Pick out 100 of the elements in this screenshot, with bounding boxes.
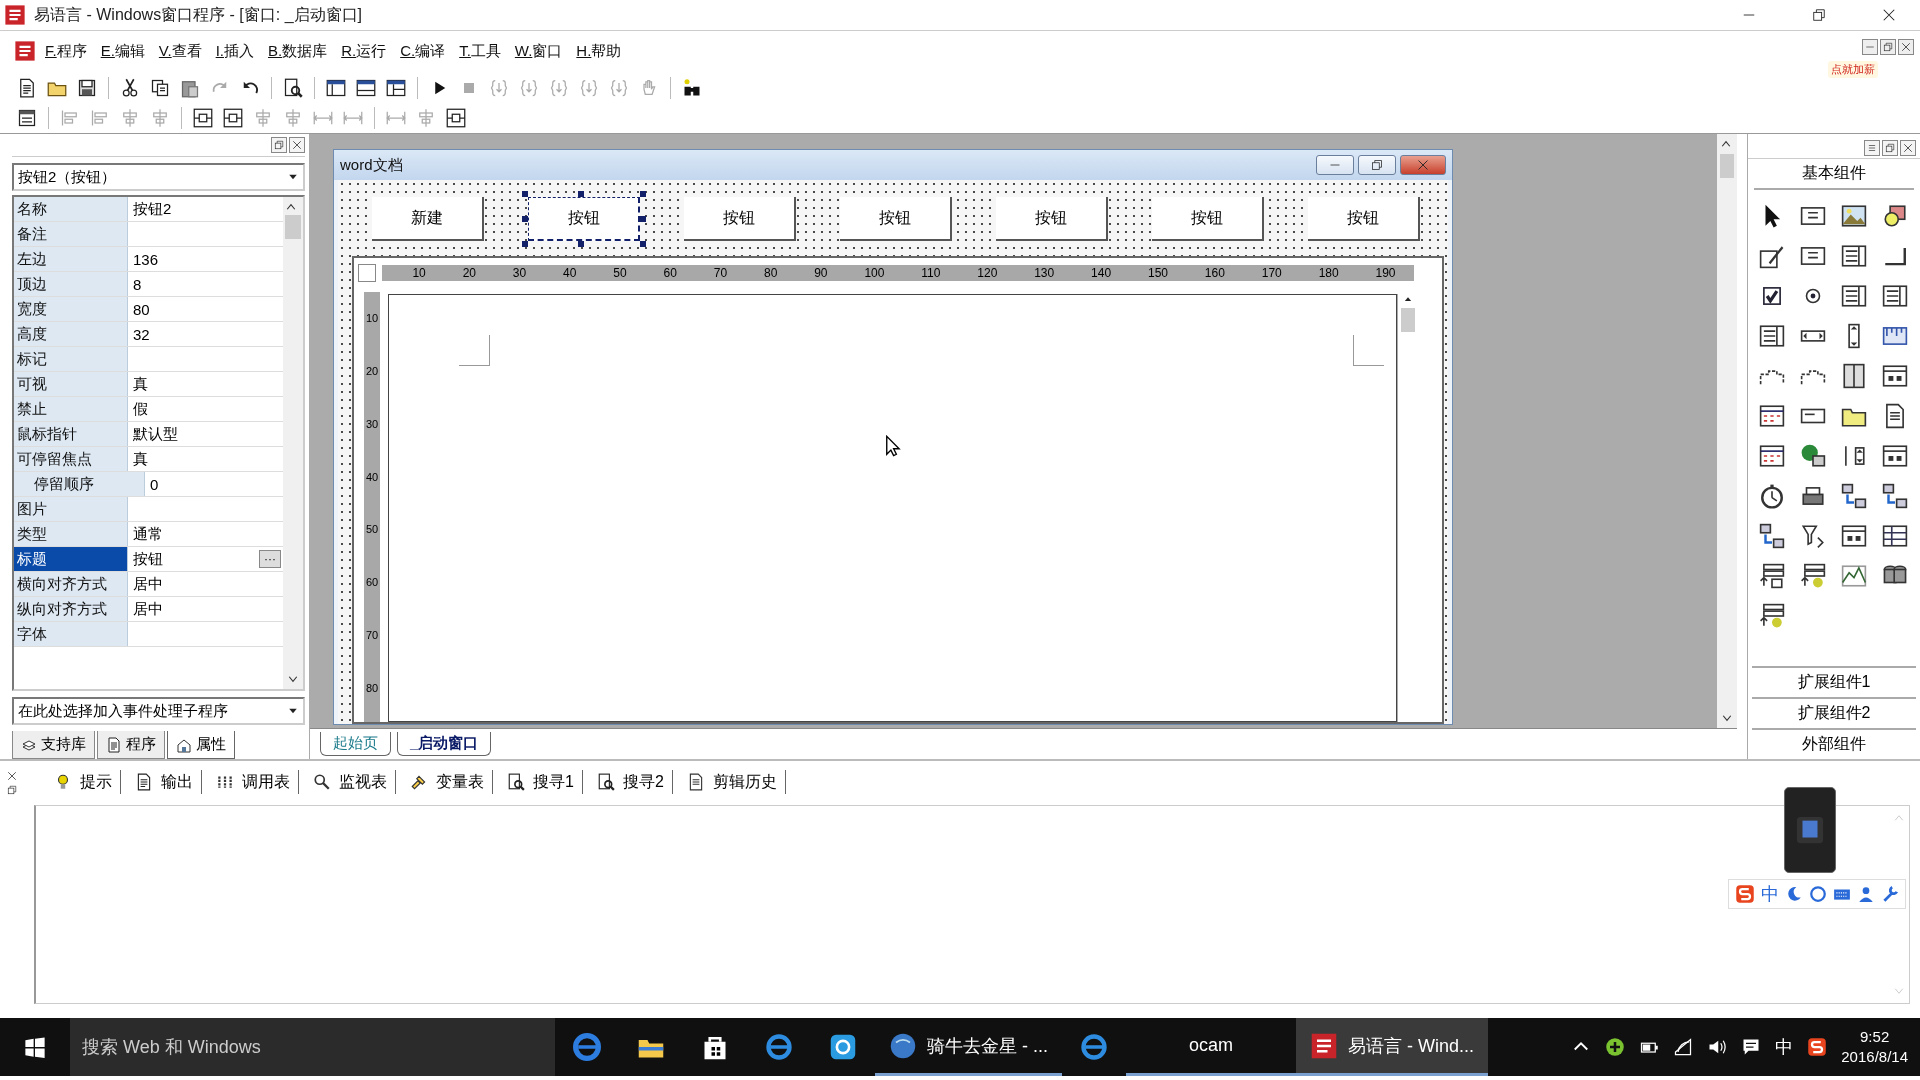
property-value: 32 (133, 325, 150, 343)
output-tab[interactable]: 变量表 (396, 770, 493, 794)
panel-tab[interactable]: 支持库 (12, 731, 95, 759)
ellipsis-button[interactable]: ··· (259, 550, 281, 568)
property-name[interactable]: 纵向对齐方式 (14, 597, 128, 621)
ruler-label: 110 (921, 266, 941, 280)
form-button[interactable]: 按钮 (1152, 197, 1264, 241)
property-name[interactable]: 标题 (14, 547, 128, 571)
property-name[interactable]: 横向对齐方式 (14, 572, 128, 596)
ruler-label: 180 (1318, 266, 1339, 280)
property-name[interactable]: 备注 (14, 222, 128, 246)
output-tab[interactable]: 剪辑历史 (672, 770, 786, 794)
event-dropdown[interactable]: 在此处选择加入事件处理子程序 (12, 697, 305, 725)
menu-item[interactable]: E.编辑 (95, 39, 150, 63)
output-tab[interactable]: 监视表 (299, 770, 396, 794)
menu-item[interactable]: I.插入 (210, 39, 259, 63)
property-name[interactable]: 类型 (14, 522, 128, 546)
form-button[interactable]: 按钮 (684, 197, 796, 241)
ruler-label: 70 (713, 266, 728, 280)
document-tab[interactable]: _启动窗口 (397, 732, 492, 756)
property-name[interactable]: 顶边 (14, 272, 128, 296)
ruler-label: 10 (412, 266, 426, 280)
property-name[interactable]: 字体 (14, 622, 128, 646)
panel-tab[interactable]: 属性 (167, 731, 235, 759)
ruler-label: 80 (365, 681, 379, 694)
form-button[interactable]: 新建 (372, 197, 484, 241)
ruler-label: 60 (663, 266, 677, 280)
ruler-label: 40 (563, 266, 577, 280)
ruler-label: 90 (814, 266, 828, 280)
property-name[interactable]: 可视 (14, 372, 128, 396)
property-name[interactable]: 标记 (14, 347, 128, 371)
ime-mode[interactable]: 中 (1761, 882, 1779, 906)
ruler-label: 50 (613, 266, 627, 280)
palette-title: 基本组件 (1754, 159, 1914, 190)
property-name[interactable]: 左边 (14, 247, 128, 271)
menu-item[interactable]: V.查看 (153, 39, 207, 63)
property-name[interactable]: 名称 (14, 197, 128, 221)
menu-item[interactable]: F.程序 (40, 39, 92, 63)
property-value: 默认型 (133, 424, 178, 444)
ruler-label: 40 (365, 470, 379, 483)
property-value: 真 (133, 374, 148, 394)
form-button[interactable]: 按钮 (528, 197, 640, 241)
form-title: word文档 (340, 155, 403, 175)
menu-item[interactable]: R.运行 (336, 39, 392, 63)
clock-time[interactable]: 9:52 (1860, 1027, 1890, 1047)
search-field[interactable]: 搜索 Web 和 Windows (70, 1018, 555, 1076)
property-name[interactable]: 图片 (14, 497, 128, 521)
output-tab[interactable]: 提示 (40, 770, 121, 794)
ad-badge[interactable]: 点就加薪 (1828, 61, 1878, 78)
panel-tab[interactable]: 程序 (97, 731, 165, 759)
ruler-label: 100 (864, 266, 885, 280)
menu-item[interactable]: H.帮助 (571, 39, 627, 63)
property-value: 按钮2 (133, 199, 172, 219)
taskbar-app[interactable]: 易语言 - Wind... (1296, 1018, 1488, 1076)
form-button[interactable]: 按钮 (1308, 197, 1420, 241)
property-value: 通常 (133, 524, 163, 544)
form-button[interactable]: 按钮 (840, 197, 952, 241)
document-tab[interactable]: 起始页 (320, 732, 391, 756)
menu-item[interactable]: W.窗口 (509, 39, 568, 63)
property-name[interactable]: 宽度 (14, 297, 128, 321)
ruler-label: 20 (365, 365, 379, 378)
property-value: 136 (133, 250, 159, 268)
object-dropdown[interactable]: 按钮2（按钮） (12, 163, 305, 191)
property-value: 居中 (133, 599, 163, 619)
ruler-label: 120 (977, 266, 998, 280)
dropdown-value: 按钮2（按钮） (18, 167, 117, 187)
property-name[interactable]: 停留顺序 (14, 472, 145, 496)
property-value: 真 (133, 449, 148, 469)
menu-item[interactable]: T.工具 (454, 39, 506, 63)
property-name[interactable]: 鼠标指针 (14, 422, 128, 446)
ruler-label: 160 (1204, 266, 1225, 280)
property-name[interactable]: 禁止 (14, 397, 128, 421)
property-value: 0 (150, 475, 159, 493)
ruler-label: 70 (365, 628, 379, 641)
window-title: 易语言 - Windows窗口程序 - [窗口: _启动窗口] (34, 4, 364, 25)
menu-item[interactable]: C.编译 (395, 39, 451, 63)
property-value: 假 (133, 399, 148, 419)
ruler-label: 80 (763, 266, 778, 280)
ruler-label: 140 (1091, 266, 1112, 280)
property-value: 80 (133, 300, 150, 318)
ruler-label: 130 (1034, 266, 1055, 280)
ruler-label: 50 (365, 523, 379, 536)
taskbar-app[interactable]: 骑牛去金星 - ... (875, 1018, 1062, 1076)
clock-date[interactable]: 2016/8/14 (1841, 1047, 1908, 1067)
output-tab[interactable]: 调用表 (202, 770, 299, 794)
ruler-label: 30 (512, 266, 527, 280)
output-tab[interactable]: 输出 (121, 770, 202, 794)
menu-item[interactable]: B.数据库 (263, 39, 333, 63)
property-name[interactable]: 可停留焦点 (14, 447, 128, 471)
output-tab[interactable]: 搜寻2 (582, 770, 673, 794)
dropdown-value: 在此处选择加入事件处理子程序 (18, 701, 228, 721)
ruler-label: 30 (365, 417, 379, 430)
output-tab[interactable]: 搜寻1 (493, 770, 583, 794)
ruler-label: 170 (1261, 266, 1282, 280)
ruler-label: 150 (1147, 266, 1168, 280)
property-value: 按钮 (133, 549, 163, 569)
form-button[interactable]: 按钮 (996, 197, 1108, 241)
property-value: 8 (133, 275, 142, 293)
ime-indicator[interactable]: 中 (1775, 1035, 1794, 1059)
property-name[interactable]: 高度 (14, 322, 128, 346)
